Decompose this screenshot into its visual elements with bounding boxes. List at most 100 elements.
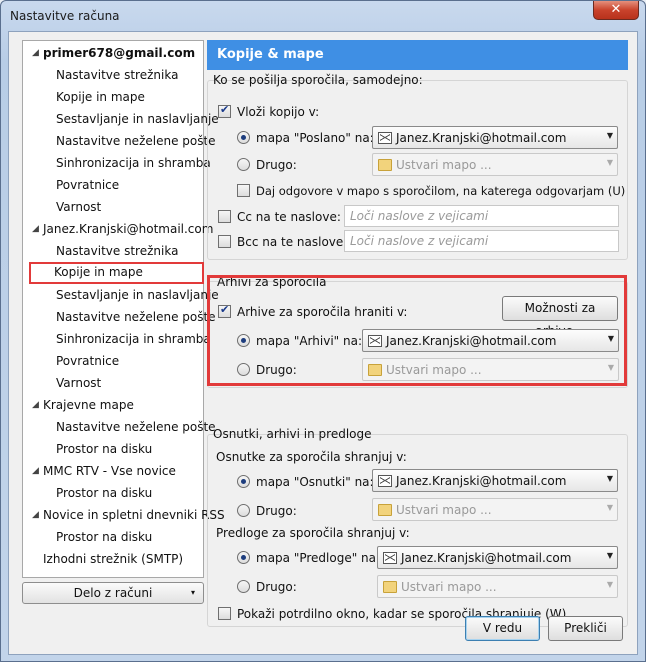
send-group-heading: Ko se pošilja sporočila, samodejno: xyxy=(213,73,423,87)
chevron-down-icon: ▼ xyxy=(606,580,613,589)
bcc-checkbox[interactable] xyxy=(218,235,231,248)
cancel-button[interactable]: Prekliči xyxy=(548,616,623,641)
templates-folder-radio[interactable] xyxy=(237,551,250,564)
chevron-down-icon: ▼ xyxy=(606,503,613,512)
reply-in-folder-checkbox[interactable] xyxy=(237,184,250,197)
tree-item-label: MMC RTV - Vse novice xyxy=(43,464,176,478)
tree-item[interactable]: Prostor na disku xyxy=(56,483,152,503)
sent-account-select[interactable]: Janez.Kranjski@hotmail.com ▼ xyxy=(372,126,618,149)
tree-account-item[interactable]: ◢ MMC RTV - Vse novice xyxy=(32,461,176,481)
templates-account-select[interactable]: Janez.Kranjski@hotmail.com ▼ xyxy=(377,546,618,569)
page-title: Kopije & mape xyxy=(207,40,628,70)
tree-item-label: Sestavljanje in naslavljanje xyxy=(56,112,219,126)
chevron-down-icon: ▼ xyxy=(606,131,613,140)
sent-folder-radio[interactable] xyxy=(237,131,250,144)
chevron-down-icon: ▼ xyxy=(606,551,613,560)
drafts-other-select[interactable]: Ustvari mapo ... ▼ xyxy=(372,498,618,521)
dialog-body: ◢ primer678@gmail.com Nastavitve strežnika… xyxy=(8,31,638,655)
folder-icon xyxy=(378,504,392,516)
tree-item[interactable]: Sestavljanje in naslavljanje xyxy=(56,109,219,129)
tree-item[interactable]: Nastavitve neželene pošte xyxy=(56,307,216,327)
tree-item-label: Nastavitve neželene pošte xyxy=(56,310,216,324)
templates-other-value: Ustvari mapo ... xyxy=(401,580,497,594)
tree-item[interactable]: Povratnice xyxy=(56,351,119,371)
sent-account-value: Janez.Kranjski@hotmail.com xyxy=(396,131,567,145)
tree-item-label: Janez.Kranjski@hotmail.com xyxy=(43,222,214,236)
drafts-folder-label: mapa "Osnutki" na: xyxy=(256,475,374,489)
expand-arrow-icon[interactable]: ◢ xyxy=(32,461,39,481)
tree-item[interactable]: Sinhronizacija in shramba xyxy=(56,329,211,349)
tree-item-label: Novice in spletni dnevniki RSS xyxy=(43,508,225,522)
sent-other-radio[interactable] xyxy=(237,158,250,171)
tree-item[interactable]: Nastavitve strežnika xyxy=(56,65,178,85)
tree-account-item[interactable]: ◢ Janez.Kranjski@hotmail.com xyxy=(32,219,214,239)
tree-item[interactable]: Prostor na disku xyxy=(56,439,152,459)
copy-checkbox[interactable] xyxy=(218,103,231,118)
drafts-folder-radio[interactable] xyxy=(237,475,250,488)
drafts-other-label: Drugo: xyxy=(256,504,297,518)
tree-item-label: Nastavitve strežnika xyxy=(56,244,179,258)
tree-item-label: Izhodni strežnik (SMTP) xyxy=(43,552,184,566)
tree-item-label: Sinhronizacija in shramba xyxy=(56,156,211,170)
tree-item-label: Nastavitve neželene pošte xyxy=(56,420,216,434)
expand-arrow-icon[interactable]: ◢ xyxy=(32,395,39,415)
templates-other-label: Drugo: xyxy=(256,580,297,594)
tree-item[interactable]: Nastavitve strežnika xyxy=(56,241,178,261)
tree-item[interactable]: Kopije in mape xyxy=(56,87,145,107)
tree-item[interactable]: Sestavljanje in naslavljanje xyxy=(56,285,219,305)
archive-highlight xyxy=(207,275,627,386)
templates-other-select[interactable]: Ustvari mapo ... ▼ xyxy=(377,575,618,598)
tree-item[interactable]: Povratnice xyxy=(56,175,119,195)
tree-item-label: Povratnice xyxy=(56,178,120,192)
drafts-account-select[interactable]: Janez.Kranjski@hotmail.com ▼ xyxy=(372,469,618,492)
tree-account-item[interactable]: ◢ Krajevne mape xyxy=(32,395,134,415)
chevron-down-icon: ▼ xyxy=(606,474,613,483)
title-bar: Nastavitve računa ✕ xyxy=(1,1,645,31)
chevron-down-icon: ▼ xyxy=(606,158,613,167)
ok-button[interactable]: V redu xyxy=(465,616,540,641)
folder-icon xyxy=(378,159,392,171)
tree-item-label: Povratnice xyxy=(56,354,120,368)
cc-checkbox[interactable] xyxy=(218,210,231,223)
drafts-group-heading: Osnutki, arhivi in predloge xyxy=(213,427,372,441)
templates-other-radio[interactable] xyxy=(237,580,250,593)
expand-arrow-icon[interactable]: ◢ xyxy=(32,43,39,63)
bcc-label: Bcc na te naslove: xyxy=(237,235,348,249)
tree-item[interactable]: Varnost xyxy=(56,373,101,393)
tree-item[interactable]: Sinhronizacija in shramba xyxy=(56,153,211,173)
reply-in-folder-label: Daj odgovore v mapo s sporočilom, na kat… xyxy=(256,184,626,198)
tree-item[interactable]: Nastavitve neželene pošte xyxy=(56,417,216,437)
mail-account-icon xyxy=(378,475,392,487)
close-button[interactable]: ✕ xyxy=(593,1,639,20)
mail-account-icon xyxy=(378,132,392,144)
tree-item[interactable]: Prostor na disku xyxy=(56,527,152,547)
templates-folder-label: mapa "Predloge" na: xyxy=(256,551,381,565)
sent-other-value: Ustvari mapo ... xyxy=(396,158,492,172)
tree-item[interactable]: Varnost xyxy=(56,197,101,217)
tree-item-selected[interactable]: Kopije in mape xyxy=(29,262,204,284)
tree-account-item[interactable]: Izhodni strežnik (SMTP) xyxy=(43,549,183,569)
tree-item-label: Krajevne mape xyxy=(43,398,134,412)
drafts-other-value: Ustvari mapo ... xyxy=(396,503,492,517)
confirm-save-checkbox[interactable] xyxy=(218,607,231,620)
bcc-input[interactable]: Loči naslove z vejicami xyxy=(344,230,619,252)
tree-account-item[interactable]: ◢ primer678@gmail.com xyxy=(32,43,195,63)
tree-item-label: Kopije in mape xyxy=(56,90,145,104)
chevron-down-icon: ▾ xyxy=(190,588,195,597)
cc-input[interactable]: Loči naslove z vejicami xyxy=(344,205,619,227)
account-tree[interactable]: ◢ primer678@gmail.com Nastavitve strežnika… xyxy=(22,40,225,578)
account-settings-window: Nastavitve računa ✕ ◢ primer678@gmail.com… xyxy=(0,0,646,662)
sent-other-label: Drugo: xyxy=(256,158,297,172)
tree-account-item[interactable]: ◢ Novice in spletni dnevniki RSS xyxy=(32,505,225,525)
tree-item-label: Prostor na disku xyxy=(56,530,153,544)
tree-item-label: Sinhronizacija in shramba xyxy=(56,332,211,346)
expand-arrow-icon[interactable]: ◢ xyxy=(32,505,39,525)
tree-item-label: Prostor na disku xyxy=(56,442,153,456)
tree-item-label: Varnost xyxy=(56,376,102,390)
account-actions-button[interactable]: Delo z računi ▾ xyxy=(22,582,204,604)
expand-arrow-icon[interactable]: ◢ xyxy=(32,219,39,239)
drafts-other-radio[interactable] xyxy=(237,504,250,517)
tree-item[interactable]: Nastavitve neželene pošte xyxy=(56,131,216,151)
copy-label: Vloži kopijo v: xyxy=(237,105,320,119)
sent-other-select[interactable]: Ustvari mapo ... ▼ xyxy=(372,153,618,176)
